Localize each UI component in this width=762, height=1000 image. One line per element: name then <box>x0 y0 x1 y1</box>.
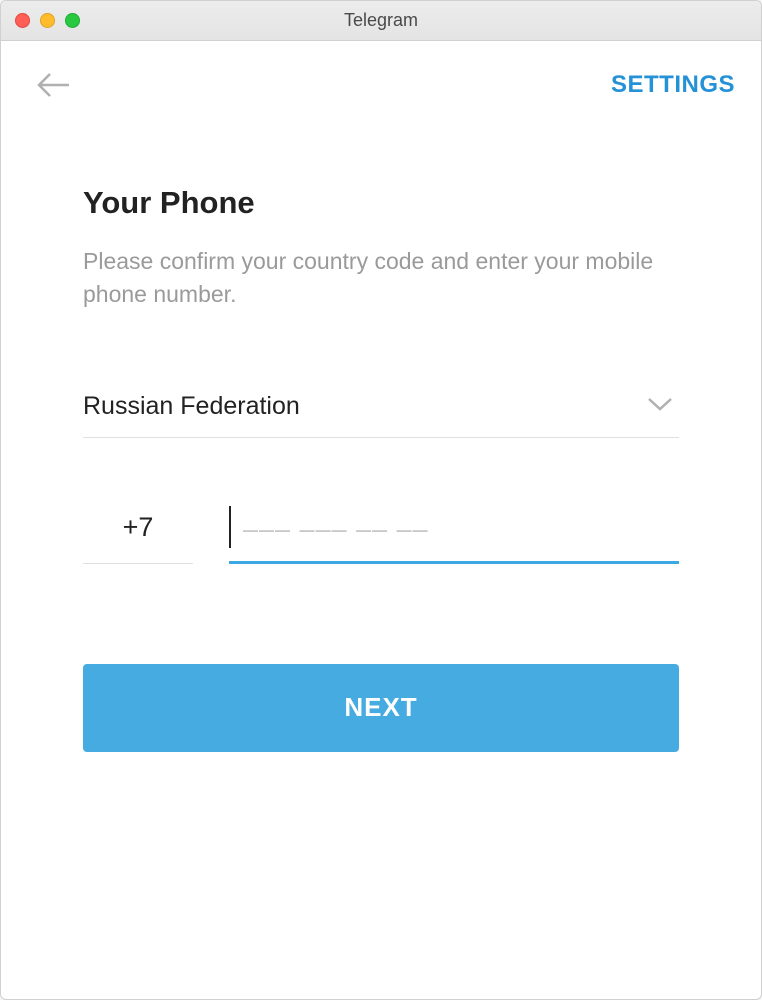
chevron-down-icon <box>647 396 673 417</box>
back-button[interactable] <box>33 65 73 105</box>
header-row: SETTINGS <box>1 41 761 105</box>
settings-link[interactable]: SETTINGS <box>611 71 735 99</box>
titlebar: Telegram <box>1 1 761 41</box>
next-button[interactable]: NEXT <box>83 664 679 752</box>
minimize-window-button[interactable] <box>40 13 55 28</box>
page-title: Your Phone <box>83 185 679 221</box>
phone-row: ––– ––– –– –– <box>83 512 679 564</box>
phone-number-input[interactable] <box>229 512 679 543</box>
maximize-window-button[interactable] <box>65 13 80 28</box>
page-description: Please confirm your country code and ent… <box>83 245 679 312</box>
app-window: Telegram SETTINGS Your Phone Please conf… <box>0 0 762 1000</box>
traffic-lights <box>15 13 80 28</box>
country-code-input[interactable] <box>83 512 193 564</box>
window-title: Telegram <box>344 10 418 31</box>
content-area: Your Phone Please confirm your country c… <box>1 105 761 752</box>
arrow-left-icon <box>36 72 70 98</box>
text-cursor <box>229 506 231 548</box>
phone-input-wrapper: ––– ––– –– –– <box>229 512 679 564</box>
close-window-button[interactable] <box>15 13 30 28</box>
country-selected-label: Russian Federation <box>83 392 300 421</box>
country-selector[interactable]: Russian Federation <box>83 392 679 438</box>
